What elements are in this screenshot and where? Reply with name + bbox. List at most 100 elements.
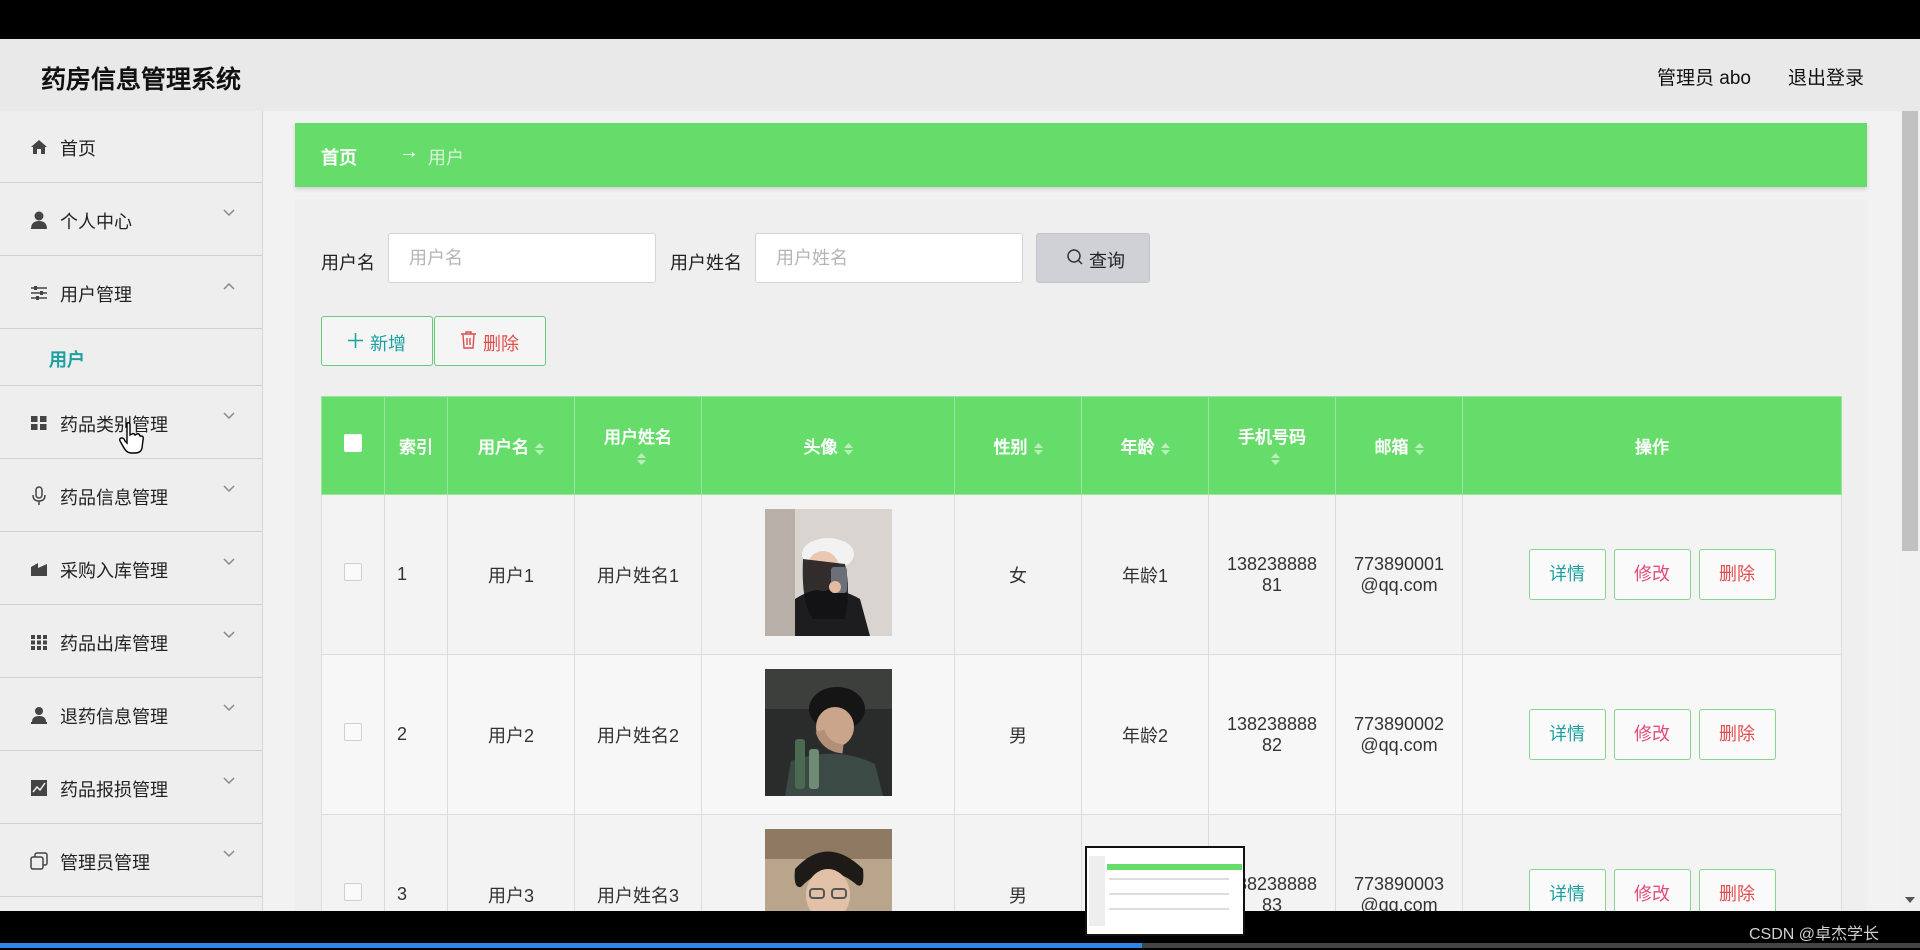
hand-cursor-icon [119, 422, 144, 454]
delete-button[interactable]: 删除 [1698, 869, 1776, 911]
copy-icon [30, 852, 48, 870]
batch-delete-button[interactable]: 删除 [434, 316, 546, 366]
sidebar-subitem-user[interactable]: 用户 [0, 330, 262, 386]
chevron-up-icon [223, 282, 235, 290]
edit-button[interactable]: 修改 [1613, 709, 1691, 760]
app-title: 药房信息管理系统 [41, 66, 242, 94]
sidebar: 首页 个人中心 用户管理 用户 药品类别管理 药品信息管理 采购入库管理 药品出… [0, 111, 263, 911]
avatar-image[interactable] [764, 508, 892, 636]
header-email[interactable]: 邮箱 [1335, 396, 1463, 495]
detail-button[interactable]: 详情 [1528, 869, 1606, 911]
apps-icon [31, 635, 47, 650]
username-input[interactable] [388, 233, 656, 283]
scroll-down-arrow-icon[interactable] [1904, 895, 1916, 905]
realname-cell: 用户姓名1 [574, 494, 702, 655]
row-checkbox[interactable] [344, 563, 362, 581]
thumb-line [1109, 878, 1229, 880]
header-label: 操作 [1635, 438, 1669, 457]
username-cell: 用户3 [447, 814, 575, 911]
phone-line-1: 138238888 [1226, 553, 1318, 574]
phone-cell: 138238888 82 [1208, 654, 1336, 815]
table-row: 3 用户3 用户姓名3 男 138238888 83 773890003 @qq.c… [321, 814, 1842, 912]
header-label: 年龄 [1120, 438, 1155, 457]
delete-button-label: 删除 [483, 334, 519, 354]
breadcrumb-home[interactable]: 首页 [321, 144, 357, 170]
select-all-checkbox[interactable] [344, 434, 362, 452]
phone-line-2: 81 [1261, 574, 1283, 595]
header-label: 手机号码 [1238, 428, 1306, 447]
header-label: 性别 [993, 438, 1028, 457]
sidebar-item-personal-center[interactable]: 个人中心 [0, 184, 262, 256]
header-gender[interactable]: 性别 [954, 396, 1082, 495]
sidebar-item-label: 退药信息管理 [60, 707, 168, 727]
detail-button[interactable]: 详情 [1528, 549, 1606, 600]
header-avatar[interactable]: 头像 [701, 396, 955, 495]
header-label: 索引 [399, 438, 433, 457]
email-line-1: 773890001 [1353, 553, 1445, 574]
sort-icon [535, 442, 544, 455]
sidebar-item-purchase-stock[interactable]: 采购入库管理 [0, 533, 262, 605]
video-progress-played[interactable] [0, 943, 1142, 948]
delete-button[interactable]: 删除 [1698, 549, 1776, 600]
edit-button[interactable]: 修改 [1613, 869, 1691, 911]
row-checkbox[interactable] [344, 723, 362, 741]
email-line-2: @qq.com [1360, 734, 1438, 755]
sidebar-item-drug-loss[interactable]: 药品报损管理 [0, 752, 262, 824]
edit-button[interactable]: 修改 [1613, 549, 1691, 600]
row-checkbox[interactable] [344, 883, 362, 901]
header-username[interactable]: 用户名 [447, 396, 575, 495]
logout-link[interactable]: 退出登录 [1788, 63, 1864, 90]
detail-button[interactable]: 详情 [1528, 709, 1606, 760]
csdn-watermark: CSDN @卓杰学长 [1749, 926, 1880, 943]
chevron-down-icon [223, 631, 235, 639]
sidebar-item-label: 用户管理 [60, 285, 132, 305]
app-window: 药房信息管理系统 管理员 abo 退出登录 首页 个人中心 用户管理 用户 药品… [0, 39, 1920, 911]
chevron-down-icon [223, 412, 235, 420]
header-label: 用户姓名 [604, 428, 672, 447]
truck-icon [31, 563, 47, 576]
sidebar-item-home[interactable]: 首页 [0, 111, 262, 183]
sidebar-item-drug-info[interactable]: 药品信息管理 [0, 460, 262, 532]
home-icon [31, 140, 47, 154]
phone-cell: 138238888 81 [1208, 494, 1336, 655]
scrollbar-thumb[interactable] [1902, 111, 1918, 551]
avatar-image[interactable] [764, 668, 892, 796]
sidebar-item-user-management[interactable]: 用户管理 [0, 257, 262, 329]
row-checkbox-cell [321, 814, 385, 911]
sidebar-item-label: 采购入库管理 [60, 561, 168, 581]
add-button[interactable]: 新增 [321, 316, 433, 366]
avatar-cell [701, 654, 955, 815]
header-age[interactable]: 年龄 [1081, 396, 1209, 495]
avatar-image[interactable] [764, 828, 892, 912]
email-line-2: @qq.com [1360, 894, 1438, 912]
header-phone[interactable]: 手机号码 [1208, 396, 1336, 495]
query-button[interactable]: 查询 [1036, 233, 1150, 283]
gender-cell: 女 [954, 494, 1082, 655]
email-cell: 773890003 @qq.com [1335, 814, 1463, 912]
realname-input[interactable] [755, 233, 1023, 283]
sidebar-item-drug-return[interactable]: 退药信息管理 [0, 679, 262, 751]
breadcrumb-arrow: → [399, 141, 419, 163]
sidebar-subitem-label: 用户 [49, 350, 85, 370]
header-actions: 操作 [1462, 396, 1842, 495]
sidebar-item-label: 药品报损管理 [60, 780, 168, 800]
header-label: 用户名 [478, 438, 529, 457]
grid-icon [31, 416, 47, 430]
sidebar-item-admin-management[interactable]: 管理员管理 [0, 825, 262, 897]
chevron-down-icon [223, 485, 235, 493]
header-realname[interactable]: 用户姓名 [574, 396, 702, 495]
sort-icon [1033, 442, 1043, 455]
actions-cell: 详情 修改 删除 [1462, 654, 1842, 815]
avatar-cell [701, 494, 955, 655]
phone-line-1: 138238888 [1226, 713, 1318, 734]
email-line-1: 773890002 [1353, 713, 1445, 734]
chart-icon [31, 780, 47, 796]
search-icon [1067, 249, 1083, 265]
sidebar-item-drug-outbound[interactable]: 药品出库管理 [0, 606, 262, 678]
video-preview-thumbnail [1085, 846, 1245, 936]
realname-label: 用户姓名 [670, 253, 742, 273]
user-icon [31, 211, 47, 229]
header-label: 邮箱 [1374, 438, 1409, 457]
delete-button[interactable]: 删除 [1698, 709, 1776, 760]
username-label: 用户名 [321, 253, 375, 273]
